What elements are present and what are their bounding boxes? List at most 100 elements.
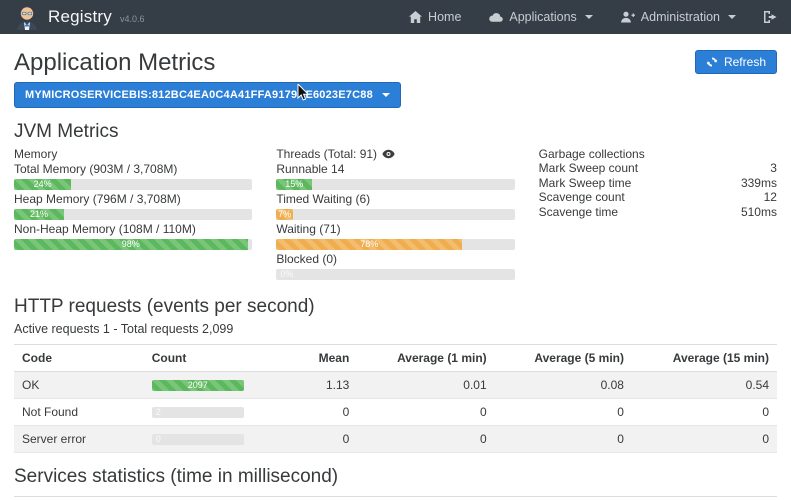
bar-percentage: 15% [285,179,303,190]
gc-label: Scavenge count [539,191,625,205]
threads-column: Threads (Total: 91) Runnable 14 15% Time… [276,147,514,283]
services-statistics-heading: Services statistics (time in millisecond… [14,466,777,488]
metric-label: Total Memory (903M / 3,708M) [14,163,252,176]
avg15-cell: 0 [632,426,777,453]
nav-administration-label: Administration [641,10,720,24]
top-navbar: Registry v4.0.6 Home Applications [0,0,791,34]
gc-column: Garbage collections Mark Sweep count 3 M… [539,147,777,283]
metric-label: Blocked (0) [276,253,514,266]
nav-home[interactable]: Home [409,10,461,24]
nav-applications[interactable]: Applications [489,10,592,24]
refresh-label: Refresh [724,55,766,69]
count-bar: 0 [152,434,244,445]
mean-cell: 0 [258,426,357,453]
threads-title-text: Threads (Total: 91) [276,147,377,161]
col-header-max: Max [733,496,777,500]
table-row: Not Found 2 0 0 0 0 [14,399,777,426]
col-header-avg5: Average (5 min) [495,345,632,372]
brand-version: v4.0.6 [120,14,145,24]
count-cell: 2097 [144,372,258,399]
non-heap-memory-bar: 98% [14,239,252,250]
gc-value: 510ms [741,206,777,220]
jvm-columns: Memory Total Memory (903M / 3,708M) 24% … [14,147,777,283]
home-icon [409,11,422,23]
refresh-button[interactable]: Refresh [695,50,777,74]
runnable-bar: 15% [276,179,514,190]
col-header-mean: Mean [475,496,527,500]
gc-value: 12 [764,191,777,205]
page-title: Application Metrics [14,50,215,76]
sign-out-icon [764,11,777,23]
bar-percentage: 21% [30,209,48,220]
cloud-icon [489,12,503,23]
instance-selector-dropdown[interactable]: MYMICROSERVICEBIS:812BC4EA0C4A41FFA9179A… [14,82,401,108]
avg15-cell: 0 [632,399,777,426]
col-header-code: Code [14,345,144,372]
brand-link[interactable]: Registry v4.0.6 [14,3,144,31]
chevron-down-icon [382,93,390,97]
main-content: Application Metrics Refresh MYMICROSERVI… [0,34,791,500]
bar-percentage: 98% [122,239,140,250]
count-value: 2097 [188,380,208,391]
code-cell: Server error [14,426,144,453]
table-header-row: Service name Count Mean Min p50 p75 p95 … [14,496,777,500]
table-header-row: Code Count Mean Average (1 min) Average … [14,345,777,372]
col-header-p50: p50 [569,496,610,500]
eye-icon[interactable] [382,149,395,159]
count-cell: 0 [144,426,258,453]
gc-label: Mark Sweep count [539,162,638,176]
avg1-cell: 0.01 [357,372,494,399]
blocked-bar: 0% [276,269,514,280]
col-header-min: Min [527,496,568,500]
metric-label: Heap Memory (796M / 3,708M) [14,193,252,206]
metric-label: Runnable 14 [276,163,514,176]
avg1-cell: 0 [357,426,494,453]
col-header-avg1: Average (1 min) [357,345,494,372]
jhipster-avatar-icon [14,3,40,31]
count-bar: 2 [152,407,244,418]
metric-label: Timed Waiting (6) [276,193,514,206]
col-header-service-name: Service name [14,496,418,500]
col-header-count: Count [144,345,258,372]
nav-applications-label: Applications [509,10,576,24]
gc-label: Mark Sweep time [539,177,632,191]
refresh-icon [706,56,718,68]
col-header-avg15: Average (15 min) [632,345,777,372]
http-requests-table: Code Count Mean Average (1 min) Average … [14,344,777,453]
chevron-down-icon [585,15,593,19]
total-memory-bar: 24% [14,179,252,190]
gc-row: Mark Sweep time 339ms [539,177,777,191]
bar-percentage: 24% [34,179,52,190]
nav-administration[interactable]: Administration [621,10,736,24]
code-cell: OK [14,372,144,399]
col-header-mean: Mean [258,345,357,372]
gc-label: Scavenge time [539,206,618,220]
navbar-menu: Home Applications Administration [409,10,777,24]
waiting-bar: 78% [276,239,514,250]
metric-label: Waiting (71) [276,223,514,236]
chevron-down-icon [728,15,736,19]
code-cell: Not Found [14,399,144,426]
bar-percentage: 7% [278,209,291,220]
avg5-cell: 0.08 [495,372,632,399]
heap-memory-bar: 21% [14,209,252,220]
col-header-p75: p75 [610,496,651,500]
nav-logout[interactable] [764,11,777,23]
avg15-cell: 0.54 [632,372,777,399]
http-requests-summary: Active requests 1 - Total requests 2,099 [14,322,777,336]
col-header-count: Count [418,496,475,500]
col-header-p99: p99 [692,496,733,500]
gc-title: Garbage collections [539,147,777,161]
user-plus-icon [621,11,635,23]
gc-row: Scavenge time 510ms [539,206,777,220]
avg5-cell: 0 [495,399,632,426]
count-bar: 2097 [152,380,244,391]
avg1-cell: 0 [357,399,494,426]
avg5-cell: 0 [495,426,632,453]
timed-waiting-bar: 7% [276,209,514,220]
jvm-metrics-heading: JVM Metrics [14,121,777,143]
threads-title: Threads (Total: 91) [276,147,514,161]
brand-title: Registry [48,7,112,27]
gc-value: 3 [770,162,777,176]
services-statistics-table: Service name Count Mean Min p50 p75 p95 … [14,496,777,500]
